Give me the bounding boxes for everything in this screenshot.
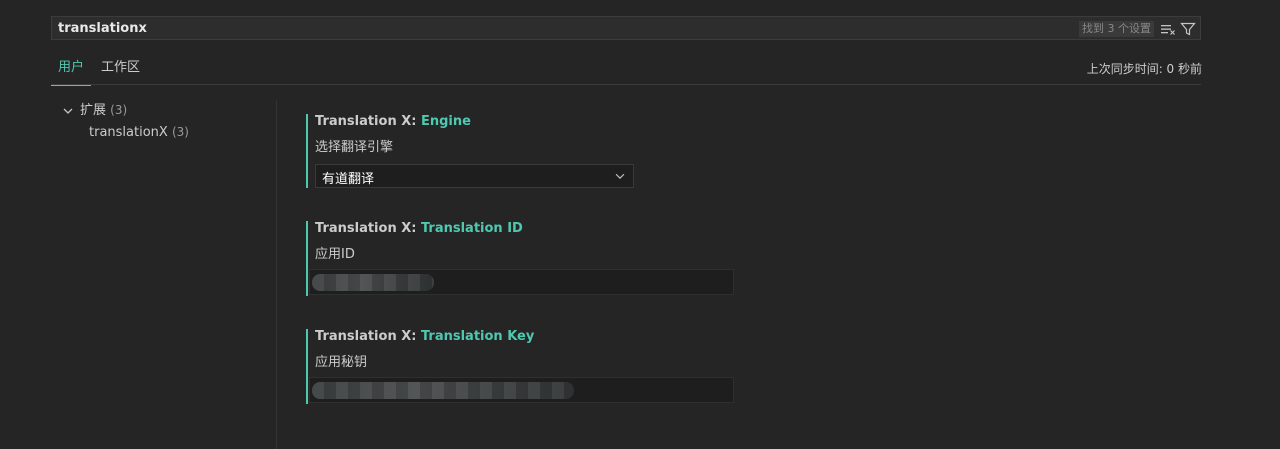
setting-category: Translation X: [315, 221, 421, 236]
setting-translation-id: Translation X: Translation ID 应用ID [306, 221, 746, 296]
toc-group-label: 扩展 [80, 103, 107, 118]
setting-key: Translation ID [420, 221, 523, 236]
tab-user[interactable]: 用户 [51, 56, 92, 86]
setting-description: 应用秘钥 [315, 355, 368, 370]
toc-separator [276, 100, 277, 449]
chevron-down-icon [613, 169, 627, 183]
tab-workspace[interactable]: 工作区 [101, 56, 140, 84]
setting-category: Translation X: [315, 114, 421, 129]
redacted-value [312, 274, 434, 291]
setting-key: Engine [420, 114, 471, 129]
setting-modified-indicator [306, 329, 308, 404]
toc-item-translationx[interactable]: translationX (3) [89, 122, 189, 142]
engine-select-value: 有道翻译 [322, 172, 375, 187]
setting-translation-key: Translation X: Translation Key 应用秘钥 [306, 329, 746, 404]
setting-title: Translation X: Translation ID [315, 221, 523, 236]
toc-group-extensions[interactable]: 扩展 (3) [60, 100, 127, 120]
setting-description: 选择翻译引擎 [315, 140, 394, 155]
chevron-down-icon [60, 103, 76, 119]
translation-id-input[interactable] [309, 269, 734, 295]
setting-title: Translation X: Engine [315, 114, 471, 129]
toc-item-count: (3) [171, 125, 189, 139]
setting-category: Translation X: [315, 329, 421, 344]
clear-filter-icon[interactable] [1160, 21, 1176, 37]
setting-title: Translation X: Translation Key [315, 329, 534, 344]
translation-key-input[interactable] [309, 377, 734, 403]
settings-search-input[interactable]: translationx 找到 3 个设置 [51, 16, 1201, 40]
setting-key: Translation Key [420, 329, 535, 344]
header-divider [51, 84, 1201, 85]
redacted-value [312, 382, 574, 399]
sync-status-text: 上次同步时间: 0 秒前 [1086, 62, 1202, 76]
toc-group-count: (3) [110, 103, 128, 117]
setting-engine: Translation X: Engine 选择翻译引擎 有道翻译 [306, 114, 746, 188]
setting-modified-indicator [306, 221, 308, 296]
search-result-count-badge: 找到 3 个设置 [1079, 21, 1154, 37]
filter-icon[interactable] [1180, 21, 1196, 37]
search-query-text: translationx [58, 21, 147, 36]
toc-item-label: translationX [89, 125, 168, 140]
engine-select[interactable]: 有道翻译 [315, 164, 634, 188]
setting-modified-indicator [306, 114, 308, 188]
setting-description: 应用ID [315, 247, 355, 262]
